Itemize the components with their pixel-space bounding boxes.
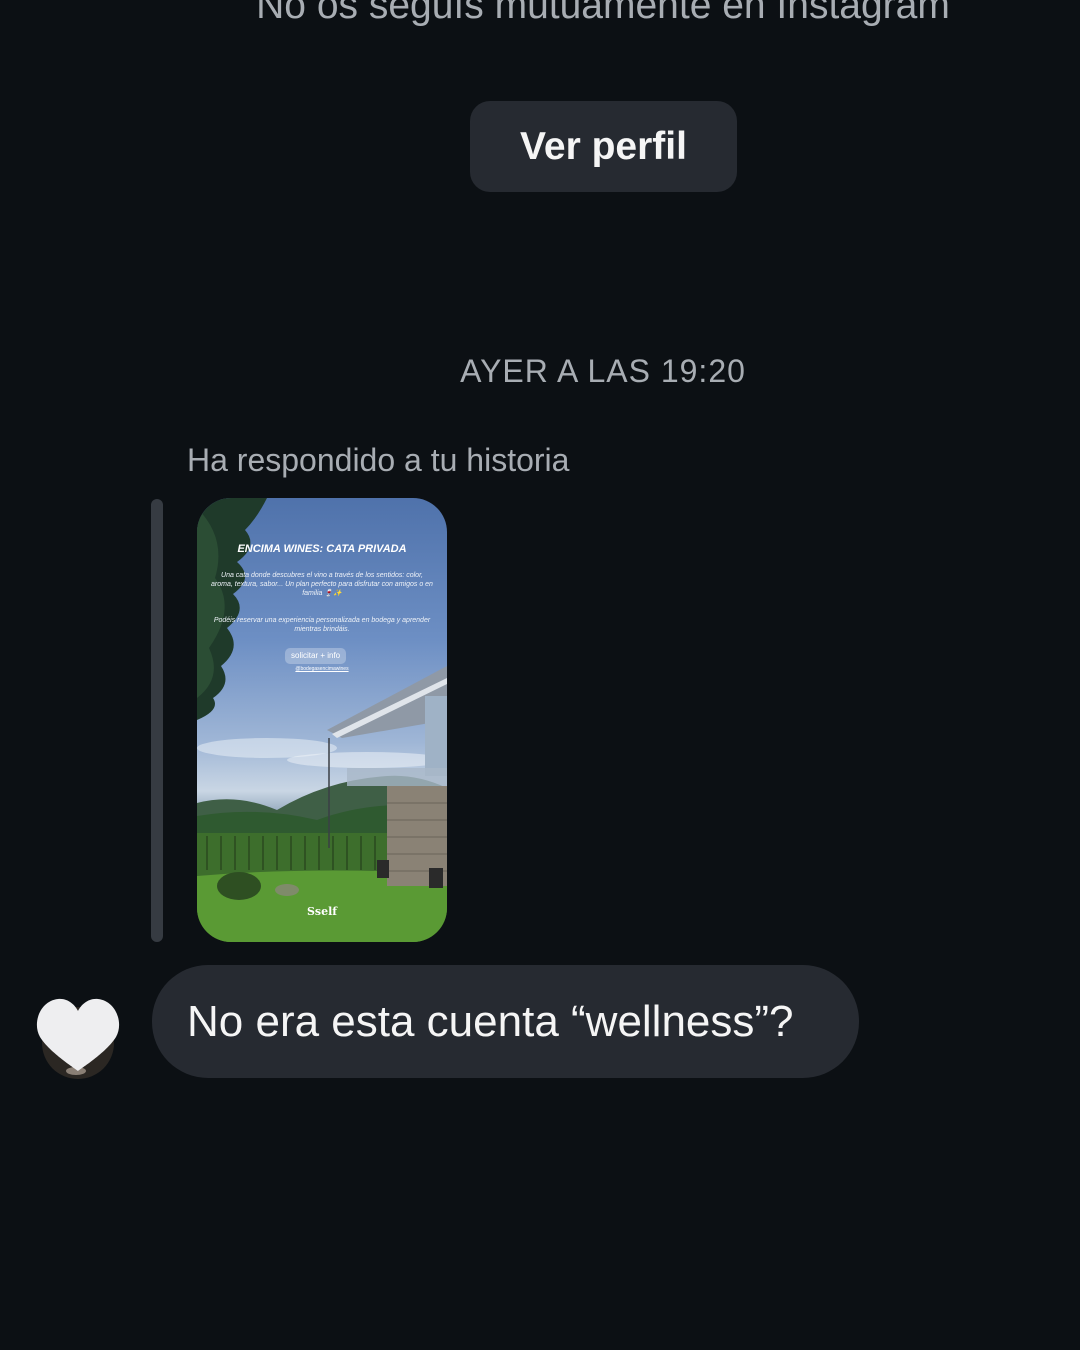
mutual-follow-note: No os seguís mutuamente en Instagram [256,0,950,27]
story-body-text-secondary: Podéis reservar una experiencia personal… [213,617,431,633]
story-scene-image [197,498,447,942]
message-bubble[interactable]: No era esta cuenta “wellness”? [152,965,859,1078]
view-profile-button[interactable]: Ver perfil [470,101,737,192]
message-timestamp: AYER A LAS 19:20 [460,353,746,389]
quote-bar [151,499,163,942]
story-body-text: Una cata donde descubres el vino a travé… [211,572,433,597]
sender-avatar[interactable] [36,997,120,1081]
story-handle: @bodegasencimawines [295,666,349,672]
story-reply-label: Ha respondido a tu historia [187,442,570,478]
story-preview[interactable]: ENCIMA WINES: CATA PRIVADA Una cata dond… [197,498,447,942]
story-link-sticker: solicitar + info [285,648,347,664]
story-logo: Sself [306,905,338,918]
story-title: ENCIMA WINES: CATA PRIVADA [237,543,407,555]
